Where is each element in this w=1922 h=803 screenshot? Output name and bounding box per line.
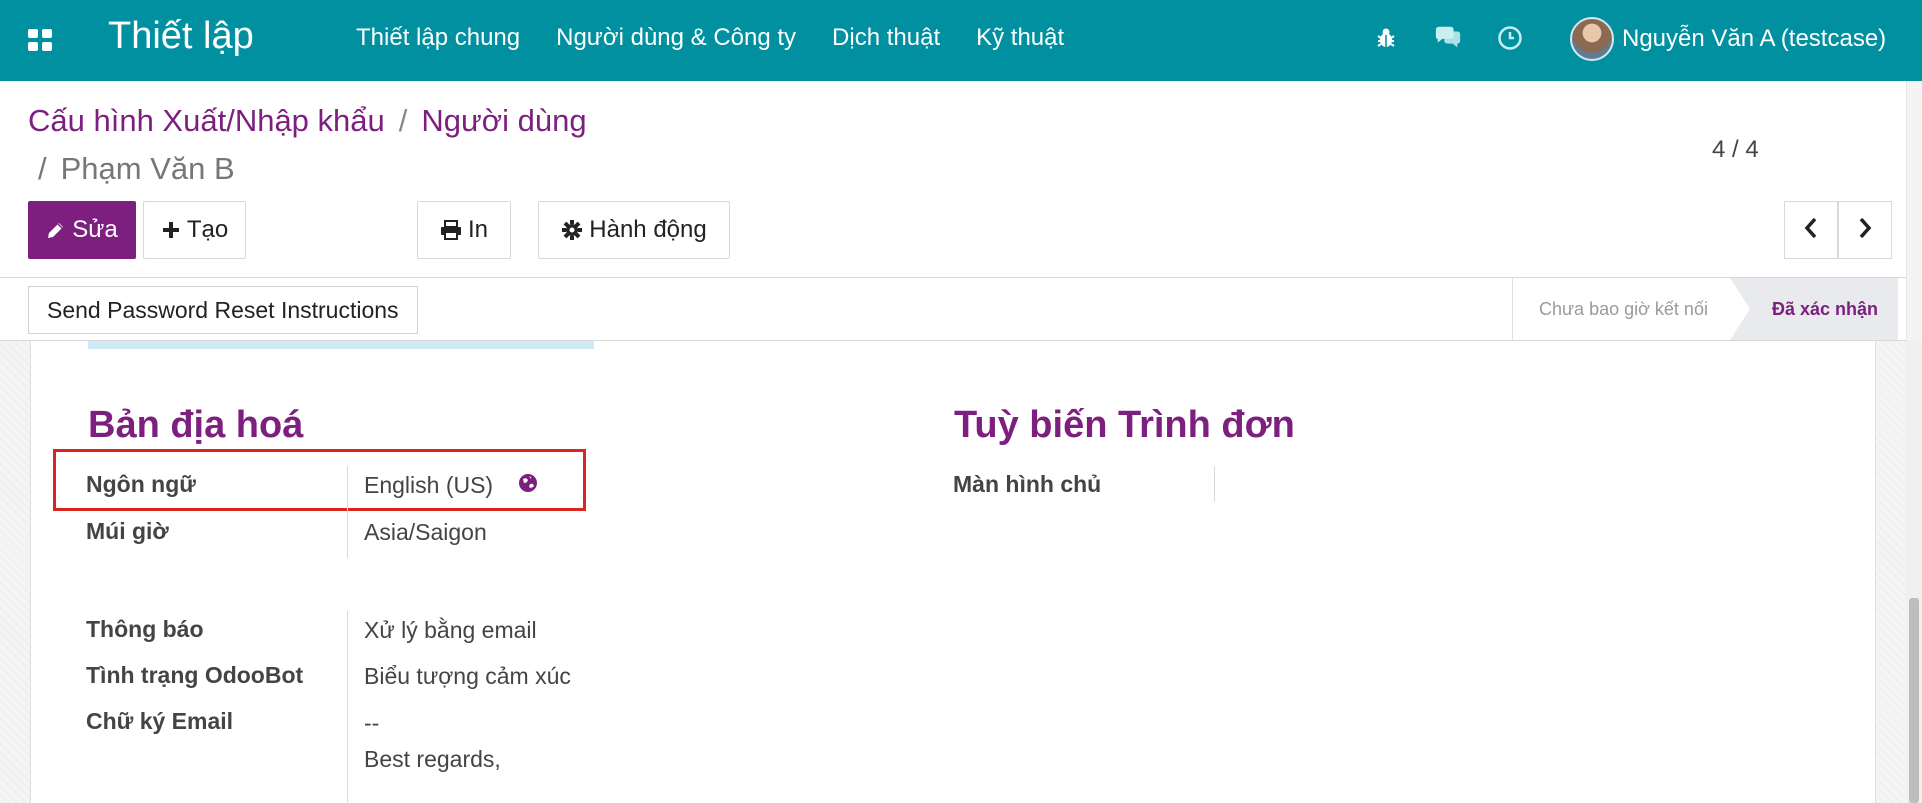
pager-next-button[interactable] <box>1838 201 1892 259</box>
control-panel: Cấu hình Xuất/Nhập khẩu / Người dùng / Phạm… <box>0 81 1922 278</box>
breadcrumb-separator: / <box>398 103 408 138</box>
edit-button[interactable]: Sửa <box>28 201 136 259</box>
menu-item-translations[interactable]: Dịch thuật <box>832 24 940 52</box>
language-label: Ngôn ngữ <box>86 471 196 497</box>
scrollbar-track-top <box>1906 81 1922 341</box>
main-menu: Thiết lập chung Người dùng & Công ty Dịc… <box>356 24 1100 52</box>
form-sheet <box>30 341 1876 803</box>
menu-item-technical[interactable]: Kỹ thuật <box>976 24 1064 52</box>
form-statusbar: Send Password Reset Instructions Chưa ba… <box>0 278 1922 341</box>
stage-never-connected: Chưa bao giờ kết nối <box>1512 278 1730 340</box>
app-title: Thiết lập <box>108 15 254 57</box>
stage-confirmed: Đã xác nhận <box>1730 278 1898 340</box>
bug-icon[interactable] <box>1372 24 1400 52</box>
home-action-label: Màn hình chủ <box>953 471 1102 497</box>
menu-item-general-settings[interactable]: Thiết lập chung <box>356 24 520 52</box>
chevron-right-icon <box>1857 217 1873 244</box>
menu-item-users-companies[interactable]: Người dùng & Công ty <box>556 24 796 52</box>
notification-value[interactable]: Xử lý bằng email <box>364 617 537 644</box>
printer-icon <box>440 220 462 240</box>
chevron-left-icon <box>1803 217 1819 244</box>
print-button-label: In <box>467 216 488 243</box>
language-value[interactable]: English (US) <box>364 472 493 499</box>
odoobot-status-value[interactable]: Biểu tượng cảm xúc <box>364 663 571 690</box>
breadcrumb-item-users[interactable]: Người dùng <box>421 103 586 138</box>
plus-icon <box>161 220 181 240</box>
pager-previous-button[interactable] <box>1784 201 1838 259</box>
action-button[interactable]: Hành động <box>538 201 730 259</box>
timezone-label: Múi giờ <box>86 518 169 544</box>
breadcrumb-separator: / <box>38 151 47 186</box>
edit-button-label: Sửa <box>72 216 118 243</box>
field-divider <box>1214 466 1215 502</box>
globe-icon[interactable] <box>518 473 538 498</box>
breadcrumb-current: / Phạm Văn B <box>38 151 235 187</box>
pager-value: 4 / 4 <box>1712 136 1759 163</box>
send-password-reset-button[interactable]: Send Password Reset Instructions <box>28 286 418 334</box>
email-signature-label: Chữ ký Email <box>86 708 234 734</box>
breadcrumb: Cấu hình Xuất/Nhập khẩu / Người dùng <box>28 103 587 139</box>
odoobot-status-label: Tình trạng OdooBot <box>86 662 304 688</box>
menu-customization-section-title: Tuỳ biến Trình đơn <box>954 404 1295 446</box>
create-button[interactable]: Tạo <box>143 201 246 259</box>
systray <box>1372 24 1524 52</box>
chat-icon[interactable] <box>1434 24 1462 52</box>
print-button[interactable]: In <box>417 201 511 259</box>
apps-grid-icon[interactable] <box>28 29 52 51</box>
scrollbar-thumb[interactable] <box>1909 598 1919 803</box>
info-strip <box>88 341 594 349</box>
field-divider <box>347 466 348 558</box>
clock-icon[interactable] <box>1496 24 1524 52</box>
top-navbar: Thiết lập Thiết lập chung Người dùng & C… <box>0 0 1922 81</box>
create-button-label: Tạo <box>186 216 229 243</box>
field-divider <box>347 611 348 803</box>
email-signature-line-1[interactable]: -- <box>364 710 379 737</box>
avatar <box>1570 17 1614 61</box>
localization-section-title: Bản địa hoá <box>88 404 304 446</box>
user-menu[interactable]: Nguyễn Văn A (testcase) <box>1570 17 1886 61</box>
breadcrumb-item-import-export[interactable]: Cấu hình Xuất/Nhập khẩu <box>28 103 385 138</box>
gear-icon <box>561 219 583 241</box>
timezone-value[interactable]: Asia/Saigon <box>364 519 487 546</box>
notification-label: Thông báo <box>86 616 204 642</box>
email-signature-line-2[interactable]: Best regards, <box>364 746 501 773</box>
pencil-icon <box>46 220 66 240</box>
action-button-label: Hành động <box>589 216 707 243</box>
breadcrumb-current-label: Phạm Văn B <box>60 151 235 186</box>
user-name: Nguyễn Văn A (testcase) <box>1622 25 1887 52</box>
